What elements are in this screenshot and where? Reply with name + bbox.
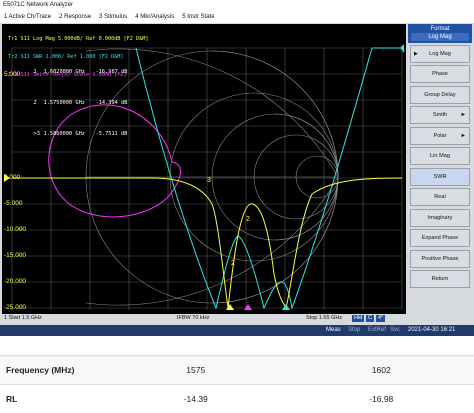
correction-tag: C [366,315,374,322]
softkey-header-subtitle: Log Mag [411,33,469,41]
softkey-label: Log Mag [429,51,451,57]
marker-value: -16.987 dB [96,69,128,75]
y-axis-labels: 5.000 0.000 -5.000 -10.000 -15.000 -20.0… [0,24,44,314]
datetime: 2021-04-30 16:21 [408,325,455,336]
sweep-stop: Stop 1.65 GHz [306,314,342,323]
softkey-return[interactable]: Return [410,270,470,288]
submenu-arrow-icon: ► [460,133,466,139]
table-cell: -14.39 [103,385,289,413]
menu-stimulus[interactable]: 3 Stimulus [99,11,127,23]
marker-2-swr-label: 2 [231,260,235,267]
ifbw: IFBW 70 kHz [177,314,209,323]
y-tick-label: -25.000 [4,304,26,311]
softkey-header-title: Format [408,25,472,33]
softkey-header: Format Log Mag [408,24,472,43]
softkey-label: Expand Phase [422,235,458,241]
softkey-label: Lin Mag [430,153,450,159]
marker-freq: 1.5860000 GHz [44,131,96,137]
y-tick-label: -20.000 [4,278,26,285]
submenu-arrow-icon: ► [460,112,466,118]
marker-freq: 1.5750000 GHz [44,100,96,106]
average-tag: 4* [376,315,385,322]
sweep-status-bar: 1 Start 1.5 GHz IFBW 70 kHz Stop 1.65 GH… [2,314,406,323]
y-tick-label: -10.000 [4,226,26,233]
menu-active-ch-trace[interactable]: 1 Active Ch/Trace [4,11,51,23]
table-row: Frequency (MHz) 1575 1602 [0,356,474,385]
softkey-label: Return [432,276,449,282]
selected-indicator-icon: ▶ [414,51,418,57]
softkey-label: Polar [433,133,446,139]
format-softkey-panel: Format Log Mag ▶ Log Mag Phase Group Dela… [408,24,472,324]
softkey-phase[interactable]: Phase [410,65,470,83]
marker-freq: 1.6020000 GHz [44,69,96,75]
softkey-label: Imaginary [428,215,453,221]
marker-2-label: 2 [246,216,250,223]
network-analyzer-window: E5071C Network Analyzer 1 Active Ch/Trac… [0,0,474,336]
y-tick-label: 0.000 [4,174,20,181]
softkey-imaginary[interactable]: Imaginary [410,209,470,227]
menu-mkr-analysis[interactable]: 4 Mkr/Analysis [135,11,174,23]
softkey-label: Smith [433,112,447,118]
sweep-start: 1 Start 1.5 GHz [4,314,42,323]
extref-indicator: ExtRef [368,325,386,336]
softkey-label: Positive Phase [421,256,458,262]
softkey-real[interactable]: Real [410,188,470,206]
softkey-label: Group Delay [424,92,455,98]
measurement-screen: 3 2 2 1 Tr1 S11 Log Mag 5.000dB/ Ref 0.0… [2,24,406,314]
softkey-smith[interactable]: Smith ► [410,106,470,124]
y-tick-label: -15.000 [4,252,26,259]
softkey-label: Phase [432,71,448,77]
window-title: E5071C Network Analyzer [0,0,474,11]
svc-indicator: Svc [390,325,400,336]
meas-indicator: Meas [326,325,341,336]
marker-triangles [226,304,290,310]
softkey-expand-phase[interactable]: Expand Phase [410,229,470,247]
table-cell: -16.98 [289,385,474,413]
stop-indicator: Stop [348,325,360,336]
menu-bar: 1 Active Ch/Trace 2 Response 3 Stimulus … [0,11,474,23]
table-cell: 1602 [289,356,474,385]
row-header: Frequency (MHz) [0,356,103,385]
marker-1-top-label: 1 [402,48,406,54]
menu-instr-state[interactable]: 5 Instr State [182,11,214,23]
marker-3-label: 3 [207,177,211,184]
instrument-status-bar: Meas Stop ExtRef Svc 2021-04-30 16:21 [0,325,474,336]
table-cell: 1575 [103,356,289,385]
menu-response[interactable]: 2 Response [59,11,91,23]
softkey-positive-phase[interactable]: Positive Phase [410,250,470,268]
softkey-log-mag[interactable]: ▶ Log Mag [410,45,470,63]
hold-tag: Hld [352,315,364,322]
softkey-lin-mag[interactable]: Lin Mag [410,147,470,165]
marker-value: -5.7511 dB [96,131,128,137]
y-tick-label: -5.000 [4,200,22,207]
marker-value: -14.394 dB [96,100,128,106]
softkey-group-delay[interactable]: Group Delay [410,86,470,104]
softkey-swr[interactable]: SWR [410,168,470,186]
softkey-label: Real [434,194,446,200]
softkey-label: SWR [433,174,446,180]
softkey-polar[interactable]: Polar ► [410,127,470,145]
results-table: Frequency (MHz) 1575 1602 RL -14.39 -16.… [0,355,474,413]
y-tick-label: 5.000 [4,71,20,78]
table-row: RL -14.39 -16.98 [0,385,474,413]
row-header: RL [0,385,103,413]
